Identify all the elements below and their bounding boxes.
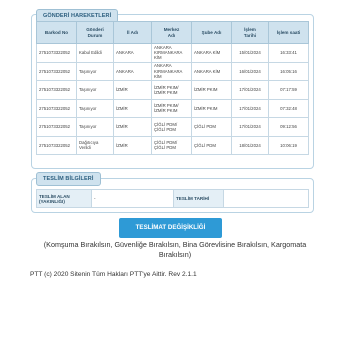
time-cell: 07:17:59 (268, 80, 309, 100)
center-cell: İZMİR PKIM/ İZMİR PKIM (151, 80, 192, 100)
city-cell: İZMİR (113, 117, 152, 137)
time-cell: 10:06:19 (268, 135, 309, 155)
delivery-change-note: (Komşuma Bırakılsın, Güvenliğe Bırakılsı… (43, 240, 307, 259)
city-cell: İZMİR (113, 80, 152, 100)
center-cell: ANKARA KIRMANKARA KİM (151, 61, 192, 81)
delivery-date-label: TESLİM TARİHİ (173, 189, 224, 208)
col-date: İşlem Tarihi (231, 21, 269, 44)
footer-copyright: PTT (c) 2020 Sitenin Tüm Hakları PTT'ye … (30, 271, 197, 278)
barcode-cell: 2751073322052 (36, 135, 77, 155)
date-cell: 17/01/2024 (231, 117, 269, 137)
barcode-cell: 2751073322052 (36, 117, 77, 137)
center-cell: ÇİĞLİ PDM/ ÇİĞLİ PDM (151, 135, 192, 155)
table-row: 2751073322052 Taşınıyor İZMİR İZMİR PKIM… (36, 80, 309, 100)
city-cell: İZMİR (113, 135, 152, 155)
center-cell: İZMİR PKIM/ İZMİR PKIM (151, 98, 192, 118)
col-city: İl Adı (113, 21, 152, 44)
date-cell: 17/01/2024 (231, 98, 269, 118)
col-center: Merkez Adı (151, 21, 192, 44)
time-cell: 07:32:48 (268, 98, 309, 118)
status-cell: Dağıtıcıya Verildi (76, 135, 114, 155)
time-cell: 09:12:56 (268, 117, 309, 137)
table-header-row: Barkod No Gönderi Durum İl Adı Merkez Ad… (36, 21, 309, 44)
barcode-cell: 2751073322052 (36, 43, 77, 63)
col-time: İşlem saati (268, 21, 309, 44)
barcode-cell: 2751073322052 (36, 80, 77, 100)
delivery-table: TESLİM ALAN (YAKINLIĞI) - TESLİM TARİHİ (36, 189, 309, 208)
branch-cell: ÇİĞLİ PDM (191, 117, 232, 137)
center-cell: ÇİĞLİ PDM/ ÇİĞLİ PDM (151, 117, 192, 137)
table-row: 2751073322052 Kabul Edildi ANKARA ANKARA… (36, 43, 309, 63)
status-cell: Taşınıyor (76, 80, 114, 100)
status-cell: Taşınıyor (76, 117, 114, 137)
table-row: 2751073322052 Taşınıyor İZMİR ÇİĞLİ PDM/… (36, 117, 309, 137)
city-cell: ANKARA (113, 43, 152, 63)
date-cell: 18/01/2024 (231, 135, 269, 155)
delivery-title: TESLİM BİLGİLERİ (36, 172, 101, 186)
status-cell: Taşınıyor (76, 98, 114, 118)
table-row: 2751073322052 Taşınıyor İZMİR İZMİR PKIM… (36, 98, 309, 118)
receiver-label: TESLİM ALAN (YAKINLIĞI) (36, 189, 92, 208)
col-status: Gönderi Durum (76, 21, 114, 44)
movements-table: Barkod No Gönderi Durum İl Adı Merkez Ad… (36, 21, 309, 155)
branch-cell: ANKARA KİM (191, 43, 232, 63)
center-cell: ANKARA KIRMANKARA KİM (151, 43, 192, 63)
branch-cell: İZMİR PKIM (191, 98, 232, 118)
col-barcode: Barkod No (36, 21, 77, 44)
branch-cell: ANKARA KİM (191, 61, 232, 81)
delivery-change-button[interactable]: TESLİMAT DEĞİŞİKLİĞİ (119, 218, 222, 238)
time-cell: 16:05:16 (268, 61, 309, 81)
city-cell: İZMİR (113, 98, 152, 118)
delivery-row: TESLİM ALAN (YAKINLIĞI) - TESLİM TARİHİ (36, 189, 309, 208)
date-cell: 17/01/2024 (231, 80, 269, 100)
table-row: 2751073322052 Taşınıyor ANKARA ANKARA KI… (36, 61, 309, 81)
branch-cell: ÇİĞLİ PDM (191, 135, 232, 155)
status-cell: Taşınıyor (76, 61, 114, 81)
col-branch: Şube Adı (191, 21, 232, 44)
date-cell: 16/01/2024 (231, 61, 269, 81)
date-cell: 15/01/2024 (231, 43, 269, 63)
status-cell: Kabul Edildi (76, 43, 114, 63)
delivery-date-value (223, 189, 309, 208)
barcode-cell: 2751073322052 (36, 61, 77, 81)
branch-cell: İZMİR PKIM (191, 80, 232, 100)
city-cell: ANKARA (113, 61, 152, 81)
receiver-value: - (91, 189, 174, 208)
barcode-cell: 2751073322052 (36, 98, 77, 118)
time-cell: 16:33:41 (268, 43, 309, 63)
table-row: 2751073322052 Dağıtıcıya Verildi İZMİR Ç… (36, 135, 309, 155)
